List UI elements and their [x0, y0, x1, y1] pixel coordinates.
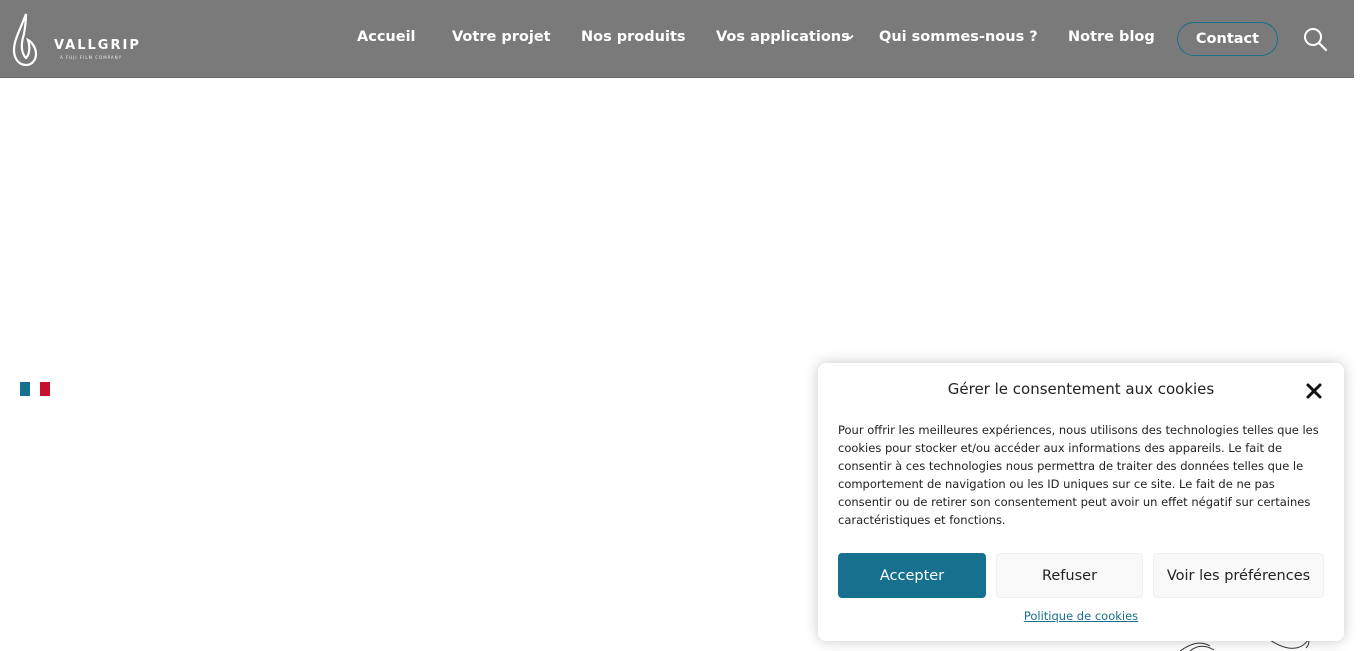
logo-drop-icon — [12, 13, 38, 67]
logo[interactable]: VALLGRIP A FUJI FILM COMPANY — [10, 10, 152, 68]
preferences-button[interactable]: Voir les préférences — [1153, 553, 1324, 598]
contact-button[interactable]: Contact — [1177, 22, 1278, 56]
flag-blue-stripe — [20, 382, 30, 396]
language-flag-fr[interactable] — [20, 382, 50, 396]
accept-button[interactable]: Accepter — [838, 553, 986, 598]
nav-project[interactable]: Votre projet — [452, 29, 551, 45]
flag-red-stripe — [40, 382, 50, 396]
chevron-down-icon[interactable] — [844, 31, 856, 43]
search-icon[interactable] — [1302, 26, 1328, 52]
site-header: VALLGRIP A FUJI FILM COMPANY Accueil Vot… — [0, 0, 1354, 78]
nav-blog[interactable]: Notre blog — [1068, 29, 1155, 45]
nav-products[interactable]: Nos produits — [581, 29, 686, 45]
nav-about[interactable]: Qui sommes-nous ? — [879, 29, 1038, 45]
refuse-button[interactable]: Refuser — [996, 553, 1143, 598]
cookie-title: Gérer le consentement aux cookies — [947, 380, 1215, 398]
logo-subtext: A FUJI FILM COMPANY — [60, 55, 123, 60]
cookie-policy-link[interactable]: Politique de cookies — [818, 609, 1344, 623]
close-icon[interactable] — [1304, 381, 1324, 401]
cookie-description: Pour offrir les meilleures expériences, … — [838, 423, 1319, 527]
cookie-consent-dialog: Gérer le consentement aux cookies Pour o… — [818, 363, 1344, 641]
flag-white-stripe — [30, 382, 40, 396]
nav-home[interactable]: Accueil — [357, 29, 416, 45]
logo-text: VALLGRIP — [54, 38, 141, 53]
nav-applications[interactable]: Vos applications — [716, 29, 850, 45]
